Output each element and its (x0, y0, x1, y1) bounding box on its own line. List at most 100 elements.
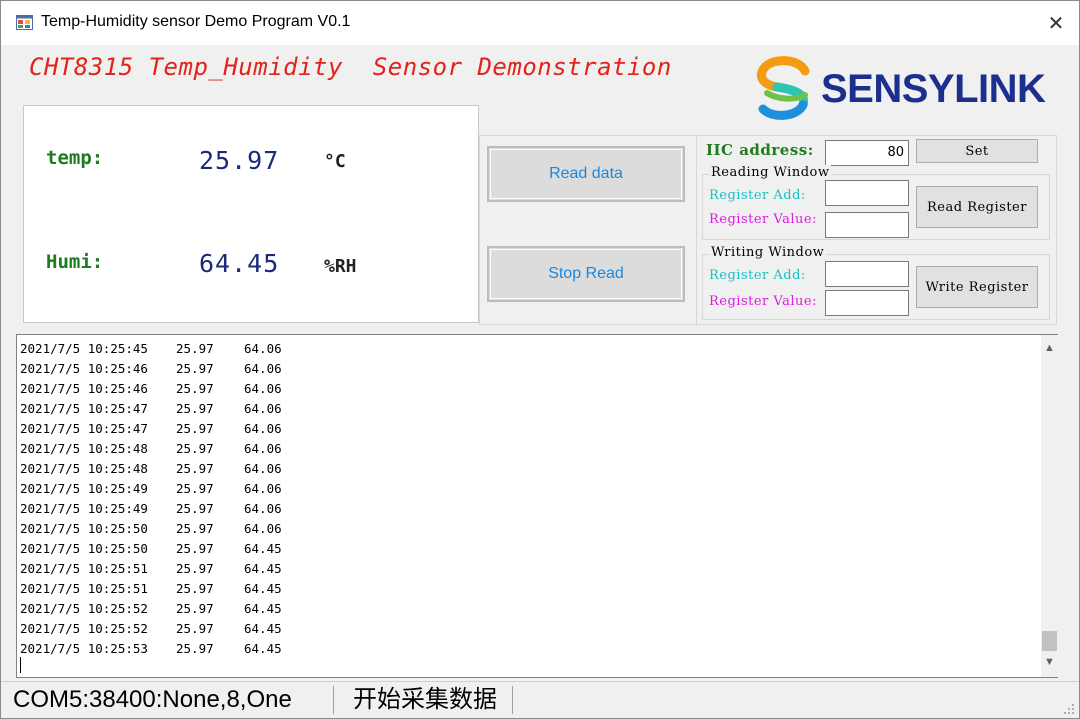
log-timestamp: 2021/7/5 10:25:51 (20, 561, 148, 576)
temp-value: 25.97 (199, 146, 280, 175)
status-divider (512, 686, 513, 714)
log-temp: 25.97 (176, 461, 214, 476)
log-humi: 64.06 (244, 501, 282, 516)
reading-window-title: Reading Window (709, 165, 832, 180)
status-bar: COM5:38400:None,8,One 开始采集数据 (1, 681, 1079, 718)
humi-label: Humi: (46, 251, 104, 273)
writing-window-title: Writing Window (709, 245, 827, 260)
log-timestamp: 2021/7/5 10:25:49 (20, 481, 148, 496)
resize-grip-icon[interactable] (1063, 702, 1075, 714)
stop-read-button[interactable]: Stop Read (487, 246, 685, 302)
scroll-down-icon[interactable]: ▼ (1041, 653, 1058, 670)
set-button[interactable]: Set (916, 139, 1038, 163)
log-temp: 25.97 (176, 421, 214, 436)
log-line: 2021/7/5 10:25:45 25.97 64.06 (20, 339, 1030, 359)
app-window: Temp-Humidity sensor Demo Program V0.1 ✕… (0, 0, 1080, 719)
log-humi: 64.06 (244, 481, 282, 496)
log-temp: 25.97 (176, 581, 214, 596)
log-temp: 25.97 (176, 481, 214, 496)
log-timestamp: 2021/7/5 10:25:51 (20, 581, 148, 596)
log-line: 2021/7/5 10:25:51 25.97 64.45 (20, 559, 1030, 579)
log-timestamp: 2021/7/5 10:25:49 (20, 501, 148, 516)
log-timestamp: 2021/7/5 10:25:45 (20, 341, 148, 356)
log-temp: 25.97 (176, 341, 214, 356)
log-humi: 64.45 (244, 561, 282, 576)
brand-logo: SENSYLINK (753, 51, 1046, 125)
log-temp: 25.97 (176, 621, 214, 636)
banner-title: CHT8315 Temp_Humidity Sensor Demonstrati… (29, 53, 672, 81)
write-register-add-label: Register Add: (709, 268, 806, 283)
close-button[interactable]: ✕ (1039, 7, 1073, 39)
log-temp: 25.97 (176, 501, 214, 516)
log-line: 2021/7/5 10:25:49 25.97 64.06 (20, 479, 1030, 499)
scroll-up-icon[interactable]: ▲ (1041, 339, 1058, 356)
log-humi: 64.45 (244, 641, 282, 656)
log-temp: 25.97 (176, 521, 214, 536)
log-line: 2021/7/5 10:25:51 25.97 64.45 (20, 579, 1030, 599)
log-timestamp: 2021/7/5 10:25:46 (20, 381, 148, 396)
log-line: 2021/7/5 10:25:48 25.97 64.06 (20, 439, 1030, 459)
iic-address-input[interactable]: 80 (825, 140, 909, 166)
iic-address-label: IIC address: (706, 141, 814, 159)
log-temp: 25.97 (176, 401, 214, 416)
write-register-value-input[interactable] (825, 290, 909, 316)
log-humi: 64.45 (244, 601, 282, 616)
log-timestamp: 2021/7/5 10:25:47 (20, 421, 148, 436)
write-register-button[interactable]: Write Register (916, 266, 1038, 308)
log-line: 2021/7/5 10:25:53 25.97 64.45 (20, 639, 1030, 659)
log-timestamp: 2021/7/5 10:25:48 (20, 461, 148, 476)
humi-unit: %RH (324, 256, 357, 277)
sensor-readout-panel: temp: 25.97 °C Humi: 64.45 %RH (23, 105, 479, 323)
app-window-icon (16, 15, 33, 30)
log-humi: 64.45 (244, 621, 282, 636)
status-divider (333, 686, 334, 714)
log-temp: 25.97 (176, 601, 214, 616)
window-title: Temp-Humidity sensor Demo Program V0.1 (41, 13, 351, 30)
log-line: 2021/7/5 10:25:48 25.97 64.06 (20, 459, 1030, 479)
log-temp: 25.97 (176, 541, 214, 556)
read-register-add-input[interactable] (825, 180, 909, 206)
log-line: 2021/7/5 10:25:46 25.97 64.06 (20, 379, 1030, 399)
scrollbar-thumb[interactable] (1042, 631, 1057, 651)
status-port: COM5:38400:None,8,One (13, 686, 292, 713)
temp-unit: °C (324, 151, 346, 172)
log-humi: 64.45 (244, 541, 282, 556)
log-timestamp: 2021/7/5 10:25:52 (20, 621, 148, 636)
log-humi: 64.06 (244, 381, 282, 396)
read-register-button[interactable]: Read Register (916, 186, 1038, 228)
log-timestamp: 2021/7/5 10:25:52 (20, 601, 148, 616)
data-log-textbox[interactable]: 2021/7/5 10:25:45 25.97 64.06 2021/7/5 10:2… (16, 334, 1058, 678)
text-caret (20, 657, 21, 673)
log-temp: 25.97 (176, 361, 214, 376)
log-timestamp: 2021/7/5 10:25:47 (20, 401, 148, 416)
log-timestamp: 2021/7/5 10:25:46 (20, 361, 148, 376)
log-line: 2021/7/5 10:25:50 25.97 64.45 (20, 539, 1030, 559)
panel-divider (696, 136, 697, 324)
log-humi: 64.45 (244, 581, 282, 596)
log-humi: 64.06 (244, 361, 282, 376)
log-temp: 25.97 (176, 561, 214, 576)
log-line: 2021/7/5 10:25:47 25.97 64.06 (20, 419, 1030, 439)
write-register-value-label: Register Value: (709, 294, 817, 309)
status-state: 开始采集数据 (353, 686, 497, 713)
close-icon: ✕ (1047, 12, 1065, 35)
log-scrollbar[interactable]: ▲ ▼ (1041, 335, 1058, 677)
log-temp: 25.97 (176, 641, 214, 656)
log-line: 2021/7/5 10:25:47 25.97 64.06 (20, 399, 1030, 419)
log-lines: 2021/7/5 10:25:45 25.97 64.06 2021/7/5 10:2… (20, 339, 1030, 659)
log-humi: 64.06 (244, 521, 282, 536)
log-line: 2021/7/5 10:25:52 25.97 64.45 (20, 619, 1030, 639)
log-humi: 64.06 (244, 401, 282, 416)
log-timestamp: 2021/7/5 10:25:53 (20, 641, 148, 656)
write-register-add-input[interactable] (825, 261, 909, 287)
log-line: 2021/7/5 10:25:52 25.97 64.45 (20, 599, 1030, 619)
log-line: 2021/7/5 10:25:46 25.97 64.06 (20, 359, 1030, 379)
read-register-value-input[interactable] (825, 212, 909, 238)
log-temp: 25.97 (176, 381, 214, 396)
log-timestamp: 2021/7/5 10:25:50 (20, 521, 148, 536)
logo-wordmark: SENSYLINK (821, 67, 1046, 111)
log-humi: 64.06 (244, 441, 282, 456)
read-data-button[interactable]: Read data (487, 146, 685, 202)
log-humi: 64.06 (244, 461, 282, 476)
title-bar[interactable]: Temp-Humidity sensor Demo Program V0.1 ✕ (1, 1, 1079, 45)
